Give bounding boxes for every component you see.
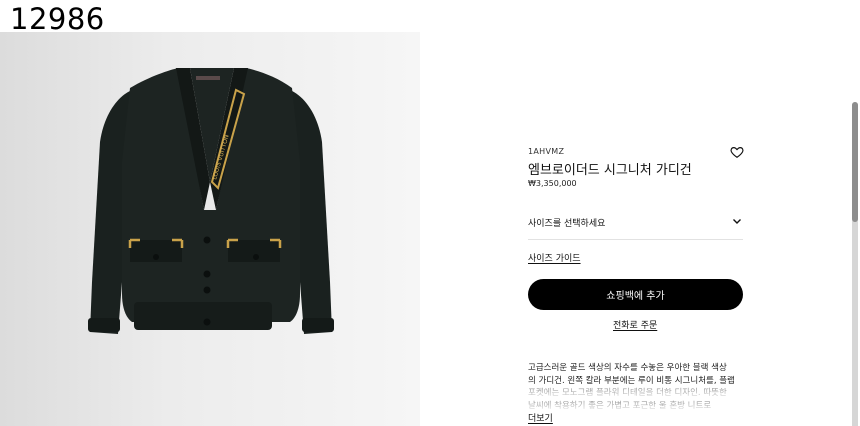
- button-4: [203, 318, 211, 326]
- description-line: 의 가디건. 왼쪽 칼라 부분에는 루이 비통 시그니처를, 플랩: [528, 375, 735, 386]
- add-to-bag-button[interactable]: 쇼핑백에 추가: [528, 279, 743, 310]
- button-1: [203, 236, 211, 244]
- size-guide-link[interactable]: 사이즈 가이드: [528, 251, 581, 264]
- chevron-down-icon: [733, 219, 741, 224]
- order-by-phone-link[interactable]: 전화로 주문: [613, 318, 657, 331]
- scrollbar[interactable]: [852, 102, 858, 426]
- size-select-dropdown[interactable]: 사이즈를 선택하세요: [528, 210, 743, 240]
- read-more-link[interactable]: 더보기: [528, 411, 553, 424]
- button-3: [203, 286, 211, 294]
- description-line: 날씨에 착용하기 좋은 가볍고 포근한 울 혼방 니트로: [528, 400, 712, 411]
- heart-icon: [730, 147, 744, 158]
- right-pocket-button: [253, 254, 259, 260]
- product-sku: 1AHVMZ: [528, 147, 565, 156]
- neck-label: [196, 76, 220, 80]
- product-image: LOUIS VUITTON: [0, 32, 420, 426]
- screenshot-id: 12986: [10, 2, 105, 36]
- description-line: 포켓에는 모노그램 플라워 디테일을 더한 디자인. 따뜻한: [528, 388, 727, 398]
- waistband: [134, 302, 272, 330]
- scrollbar-thumb[interactable]: [852, 102, 858, 222]
- right-cuff: [302, 318, 334, 332]
- product-name: 엠브로이더드 시그니처 가디건: [528, 163, 692, 178]
- cardigan-illustration: LOUIS VUITTON: [88, 68, 334, 334]
- description-line: 고급스러운 골드 색상의 자수를 수놓은 우아한 블랙 색상: [528, 363, 727, 373]
- product-price: ₩3,350,000: [528, 179, 577, 188]
- size-select-label: 사이즈를 선택하세요: [528, 219, 606, 229]
- left-pocket-button: [153, 254, 159, 260]
- button-2: [203, 270, 211, 278]
- left-cuff: [88, 318, 120, 332]
- product-description: 고급스러운 골드 색상의 자수를 수놓은 우아한 블랙 색상 의 가디건. 왼쪽…: [528, 362, 743, 412]
- wishlist-button[interactable]: [730, 144, 744, 158]
